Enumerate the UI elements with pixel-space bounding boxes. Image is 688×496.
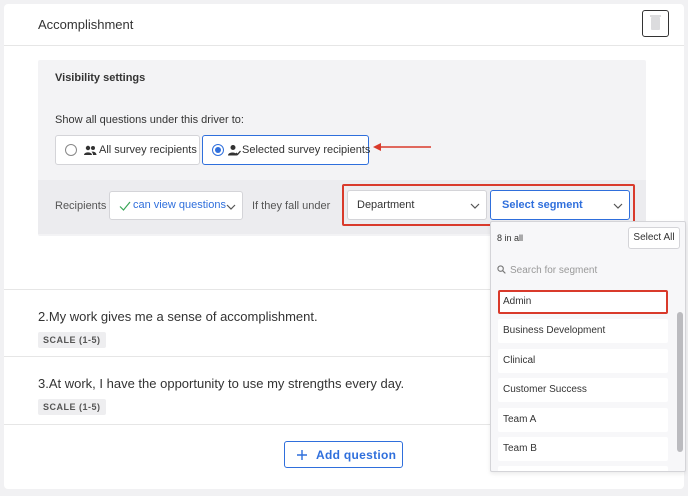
- visibility-question: Show all questions under this driver to:: [55, 114, 244, 126]
- fall-under-label: If they fall under: [252, 200, 331, 212]
- chevron-down-icon: [470, 203, 480, 209]
- select-all-button[interactable]: Select All: [628, 227, 680, 249]
- delete-driver-button[interactable]: [642, 10, 669, 37]
- department-select-value: Department: [357, 199, 415, 211]
- question-item[interactable]: 2.My work gives me a sense of accomplish…: [38, 309, 318, 348]
- annotation-arrow-icon: [373, 143, 431, 151]
- segment-option-clinical[interactable]: Clinical: [498, 349, 668, 373]
- person-check-icon: [228, 145, 241, 156]
- segment-select[interactable]: Select segment: [490, 190, 630, 220]
- segment-dropdown-menu: 8 in all Select All Admin Business Devel…: [490, 221, 686, 472]
- question-type-badge: SCALE (1-5): [38, 399, 106, 415]
- question-item[interactable]: 3.At work, I have the opportunity to use…: [38, 376, 404, 415]
- check-icon: [119, 201, 131, 211]
- radio-label-all: All survey recipients: [99, 144, 197, 156]
- recipients-label: Recipients: [55, 200, 107, 212]
- segment-option-team-a[interactable]: Team A: [498, 408, 668, 432]
- permission-value: can view questions: [133, 199, 226, 211]
- segment-option-business-development[interactable]: Business Development: [498, 319, 668, 343]
- radio-circle-checked[interactable]: [212, 144, 224, 156]
- search-icon: [497, 265, 506, 274]
- group-icon: [84, 145, 97, 155]
- segment-search-input[interactable]: [510, 261, 670, 279]
- question-type-badge: SCALE (1-5): [38, 332, 106, 348]
- dropdown-scrollbar-thumb[interactable]: [677, 312, 683, 452]
- radio-all-survey-recipients[interactable]: All survey recipients: [55, 135, 200, 165]
- segment-count: 8 in all: [497, 233, 524, 243]
- chevron-down-icon: [226, 204, 236, 210]
- trash-icon: [650, 15, 661, 30]
- driver-header: Accomplishment: [4, 4, 684, 46]
- segment-select-value: Select segment: [502, 199, 583, 211]
- segment-option-team-b[interactable]: Team B: [498, 437, 668, 461]
- segment-option-customer-success[interactable]: Customer Success: [498, 378, 668, 402]
- visibility-settings-title: Visibility settings: [55, 72, 146, 84]
- add-question-button[interactable]: Add question: [284, 441, 403, 468]
- add-question-label: Add question: [316, 448, 397, 462]
- chevron-down-icon: [613, 203, 623, 209]
- department-select[interactable]: Department: [347, 190, 487, 220]
- radio-selected-survey-recipients[interactable]: Selected survey recipients: [202, 135, 371, 165]
- radio-label-selected: Selected survey recipients: [242, 144, 371, 156]
- plus-icon: [297, 450, 307, 460]
- permission-dropdown[interactable]: can view questions: [109, 191, 243, 220]
- question-text: 2.My work gives me a sense of accomplish…: [38, 309, 318, 324]
- segment-option-partial[interactable]: [498, 466, 668, 471]
- visibility-settings-panel: Visibility settings Show all questions u…: [38, 60, 646, 236]
- driver-title: Accomplishment: [38, 17, 134, 32]
- segment-option-admin[interactable]: Admin: [498, 290, 668, 314]
- radio-circle[interactable]: [65, 144, 77, 156]
- question-text: 3.At work, I have the opportunity to use…: [38, 376, 405, 391]
